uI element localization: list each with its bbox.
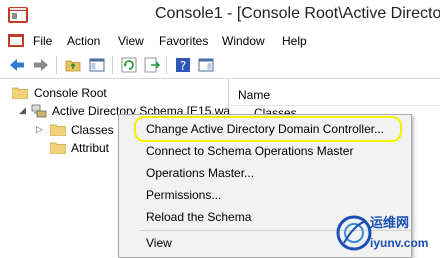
- watermark-text: 运维网: [370, 215, 410, 230]
- export-list-icon[interactable]: [143, 56, 161, 74]
- menu-action[interactable]: Action: [67, 34, 100, 48]
- menu-item-reload-schema[interactable]: Reload the Schema: [146, 210, 251, 224]
- menu-view[interactable]: View: [118, 34, 144, 48]
- tree-label: Classes: [71, 123, 114, 137]
- up-folder-icon[interactable]: [64, 56, 82, 74]
- window-title: Console1 - [Console Root\Active Director…: [155, 5, 440, 22]
- refresh-icon[interactable]: [120, 56, 138, 74]
- menu-item-permissions[interactable]: Permissions...: [146, 188, 221, 202]
- highlight-annotation: [134, 116, 402, 142]
- tree-item-console-root[interactable]: Console Root: [12, 84, 212, 102]
- tree-label: Console Root: [34, 86, 107, 100]
- folder-icon: [12, 87, 28, 99]
- menu-item-connect-schema-master[interactable]: Connect to Schema Operations Master: [146, 144, 353, 158]
- folder-icon: [50, 142, 66, 154]
- svg-text:?: ?: [180, 59, 186, 73]
- toolbar-separator: [112, 56, 113, 74]
- menu-item-view[interactable]: View: [146, 236, 172, 250]
- menu-file[interactable]: File: [33, 34, 52, 48]
- tree-item-attributes[interactable]: Attribut: [50, 139, 120, 157]
- console-menu-icon[interactable]: [8, 34, 24, 47]
- toolbar-separator: [166, 56, 167, 74]
- forward-arrow-icon[interactable]: [32, 56, 50, 74]
- help-icon[interactable]: ?: [174, 56, 192, 74]
- menu-bar: [0, 30, 440, 52]
- menu-help[interactable]: Help: [282, 34, 307, 48]
- watermark-url: iyunv.com: [370, 236, 429, 250]
- title-bar: Console1 - [Console Root\Active Director…: [0, 0, 440, 30]
- menu-window[interactable]: Window: [222, 34, 265, 48]
- back-arrow-icon[interactable]: [8, 56, 26, 74]
- menu-item-operations-master[interactable]: Operations Master...: [146, 166, 254, 180]
- toolbar-separator: [56, 56, 57, 74]
- menu-favorites[interactable]: Favorites: [159, 34, 208, 48]
- tree-label: Attribut: [71, 141, 110, 155]
- folder-icon: [50, 124, 66, 136]
- schema-snapin-icon: [31, 104, 47, 118]
- show-action-pane-icon[interactable]: [197, 56, 215, 74]
- column-header-label: Name: [238, 88, 271, 102]
- tree-item-classes[interactable]: Classes: [50, 121, 120, 139]
- collapse-arrow-icon[interactable]: ◢: [19, 105, 26, 116]
- show-hide-tree-icon[interactable]: [88, 56, 106, 74]
- expand-arrow-icon[interactable]: ▷: [36, 124, 43, 135]
- mmc-app-icon[interactable]: [7, 6, 29, 24]
